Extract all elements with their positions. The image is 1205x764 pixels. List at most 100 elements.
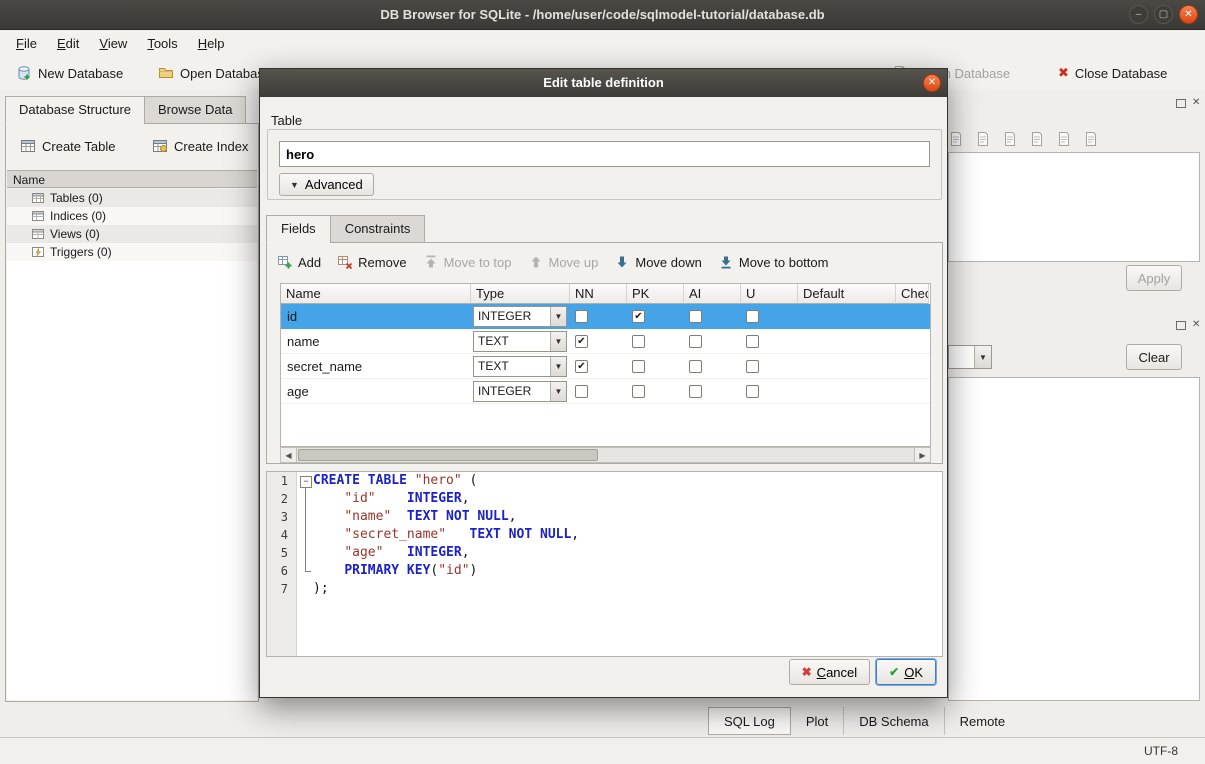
- window-titlebar[interactable]: DB Browser for SQLite - /home/user/code/…: [0, 0, 1205, 30]
- u-checkbox[interactable]: [746, 310, 759, 323]
- move-up-button[interactable]: Move up: [528, 254, 599, 270]
- tab-fields[interactable]: Fields: [266, 215, 331, 243]
- column-header-u[interactable]: U: [741, 284, 798, 304]
- document-icon[interactable]: [975, 131, 991, 147]
- new-database-button[interactable]: New Database: [8, 60, 131, 86]
- u-checkbox[interactable]: [746, 385, 759, 398]
- tree-name-header[interactable]: Name: [7, 170, 257, 188]
- ai-checkbox[interactable]: [689, 360, 702, 373]
- tab-remote[interactable]: Remote: [945, 707, 1021, 735]
- move-down-button[interactable]: Move down: [614, 254, 701, 270]
- apply-button[interactable]: Apply: [1126, 265, 1182, 291]
- tab-browse-data[interactable]: Browse Data: [144, 96, 246, 124]
- field-name-cell[interactable]: secret_name: [281, 359, 471, 374]
- column-header-name[interactable]: Name: [281, 284, 471, 304]
- dock-close-icon[interactable]: ✕: [1192, 320, 1200, 330]
- document-icon[interactable]: [948, 131, 964, 147]
- table-name-input[interactable]: [279, 141, 930, 167]
- tab-sql-log[interactable]: SQL Log: [708, 707, 791, 735]
- horizontal-scrollbar[interactable]: ◀ ▶: [280, 447, 931, 463]
- fold-marker-icon[interactable]: [297, 472, 313, 490]
- move-to-bottom-button[interactable]: Move to bottom: [718, 254, 829, 270]
- column-header-type[interactable]: Type: [471, 284, 570, 304]
- menu-view[interactable]: View: [89, 33, 137, 54]
- scrollbar-thumb[interactable]: [298, 449, 598, 461]
- type-combobox[interactable]: TEXT ▼: [473, 356, 567, 377]
- create-table-button[interactable]: Create Table: [14, 133, 121, 159]
- dialog-titlebar[interactable]: Edit table definition ✕: [260, 69, 947, 97]
- sql-log-panel[interactable]: [948, 377, 1200, 701]
- scroll-left-icon[interactable]: ◀: [281, 448, 297, 462]
- pk-checkbox[interactable]: [632, 385, 645, 398]
- views-icon: [31, 227, 45, 241]
- menu-help[interactable]: Help: [188, 33, 235, 54]
- pk-checkbox[interactable]: [632, 335, 645, 348]
- sql-preview[interactable]: 1 CREATE TABLE "hero" ( 2 "id" INTEGER, …: [266, 471, 943, 657]
- log-mode-combobox[interactable]: ▼: [948, 345, 992, 369]
- move-to-top-button[interactable]: Move to top: [423, 254, 512, 270]
- tree-item-tables[interactable]: Tables (0): [7, 189, 257, 207]
- nn-checkbox[interactable]: ✔: [575, 360, 588, 373]
- advanced-button[interactable]: ▼ Advanced: [279, 173, 374, 196]
- add-field-button[interactable]: Add: [277, 254, 321, 270]
- dock-close-icon[interactable]: ✕: [1192, 98, 1200, 108]
- type-combobox[interactable]: TEXT ▼: [473, 331, 567, 352]
- ai-checkbox[interactable]: [689, 335, 702, 348]
- column-header-nn[interactable]: NN: [570, 284, 627, 304]
- menu-tools[interactable]: Tools: [137, 33, 187, 54]
- move-to-bottom-label: Move to bottom: [739, 255, 829, 270]
- dock-float-icon[interactable]: [1176, 99, 1186, 108]
- sql-log-dock-controls: ✕: [1176, 320, 1200, 330]
- close-button[interactable]: ✕: [1179, 5, 1198, 24]
- u-checkbox[interactable]: [746, 335, 759, 348]
- field-name-cell[interactable]: age: [281, 384, 471, 399]
- remove-field-button[interactable]: Remove: [337, 254, 406, 270]
- nn-checkbox[interactable]: [575, 385, 588, 398]
- pk-checkbox[interactable]: ✔: [632, 310, 645, 323]
- field-row-name[interactable]: name TEXT ▼ ✔: [281, 329, 930, 354]
- close-database-button[interactable]: ✖ Close Database: [1050, 60, 1175, 86]
- edit-cell-panel[interactable]: [948, 152, 1200, 262]
- u-checkbox[interactable]: [746, 360, 759, 373]
- nn-checkbox[interactable]: ✔: [575, 335, 588, 348]
- ai-checkbox[interactable]: [689, 310, 702, 323]
- create-index-button[interactable]: Create Index: [146, 133, 254, 159]
- tree-item-triggers[interactable]: Triggers (0): [7, 243, 257, 261]
- tab-database-structure[interactable]: Database Structure: [5, 96, 145, 124]
- create-table-label: Create Table: [42, 139, 115, 154]
- menu-edit[interactable]: Edit: [47, 33, 89, 54]
- document-icon[interactable]: [1002, 131, 1018, 147]
- column-header-default[interactable]: Default: [798, 284, 896, 304]
- field-row-secret-name[interactable]: secret_name TEXT ▼ ✔: [281, 354, 930, 379]
- type-combobox[interactable]: INTEGER ▼: [473, 381, 567, 402]
- field-name-cell[interactable]: name: [281, 334, 471, 349]
- ok-button[interactable]: ✔ OK: [876, 659, 936, 685]
- field-name-cell[interactable]: id: [281, 309, 471, 324]
- document-icon[interactable]: [1029, 131, 1045, 147]
- minimize-button[interactable]: ‒: [1129, 5, 1148, 24]
- pk-checkbox[interactable]: [632, 360, 645, 373]
- dock-float-icon[interactable]: [1176, 321, 1186, 330]
- tab-plot[interactable]: Plot: [791, 707, 844, 735]
- clear-button[interactable]: Clear: [1126, 344, 1182, 370]
- scroll-right-icon[interactable]: ▶: [914, 448, 930, 462]
- maximize-button[interactable]: ▢: [1154, 5, 1173, 24]
- column-header-pk[interactable]: PK: [627, 284, 684, 304]
- ai-checkbox[interactable]: [689, 385, 702, 398]
- field-row-age[interactable]: age INTEGER ▼: [281, 379, 930, 404]
- tab-db-schema[interactable]: DB Schema: [844, 707, 944, 735]
- column-header-check[interactable]: Check: [896, 284, 929, 304]
- document-icon[interactable]: [1056, 131, 1072, 147]
- tree-item-indices[interactable]: Indices (0): [7, 207, 257, 225]
- tree-item-views[interactable]: Views (0): [7, 225, 257, 243]
- tab-constraints[interactable]: Constraints: [330, 215, 426, 243]
- document-icon[interactable]: [1083, 131, 1099, 147]
- type-combobox[interactable]: INTEGER ▼: [473, 306, 567, 327]
- dialog-tabs: Fields Constraints: [266, 215, 424, 243]
- nn-checkbox[interactable]: [575, 310, 588, 323]
- field-row-id[interactable]: id INTEGER ▼ ✔: [281, 304, 930, 329]
- dialog-close-button[interactable]: ✕: [923, 74, 941, 92]
- column-header-ai[interactable]: AI: [684, 284, 741, 304]
- cancel-button[interactable]: ✖ Cancel: [789, 659, 871, 685]
- menu-file[interactable]: File: [6, 33, 47, 54]
